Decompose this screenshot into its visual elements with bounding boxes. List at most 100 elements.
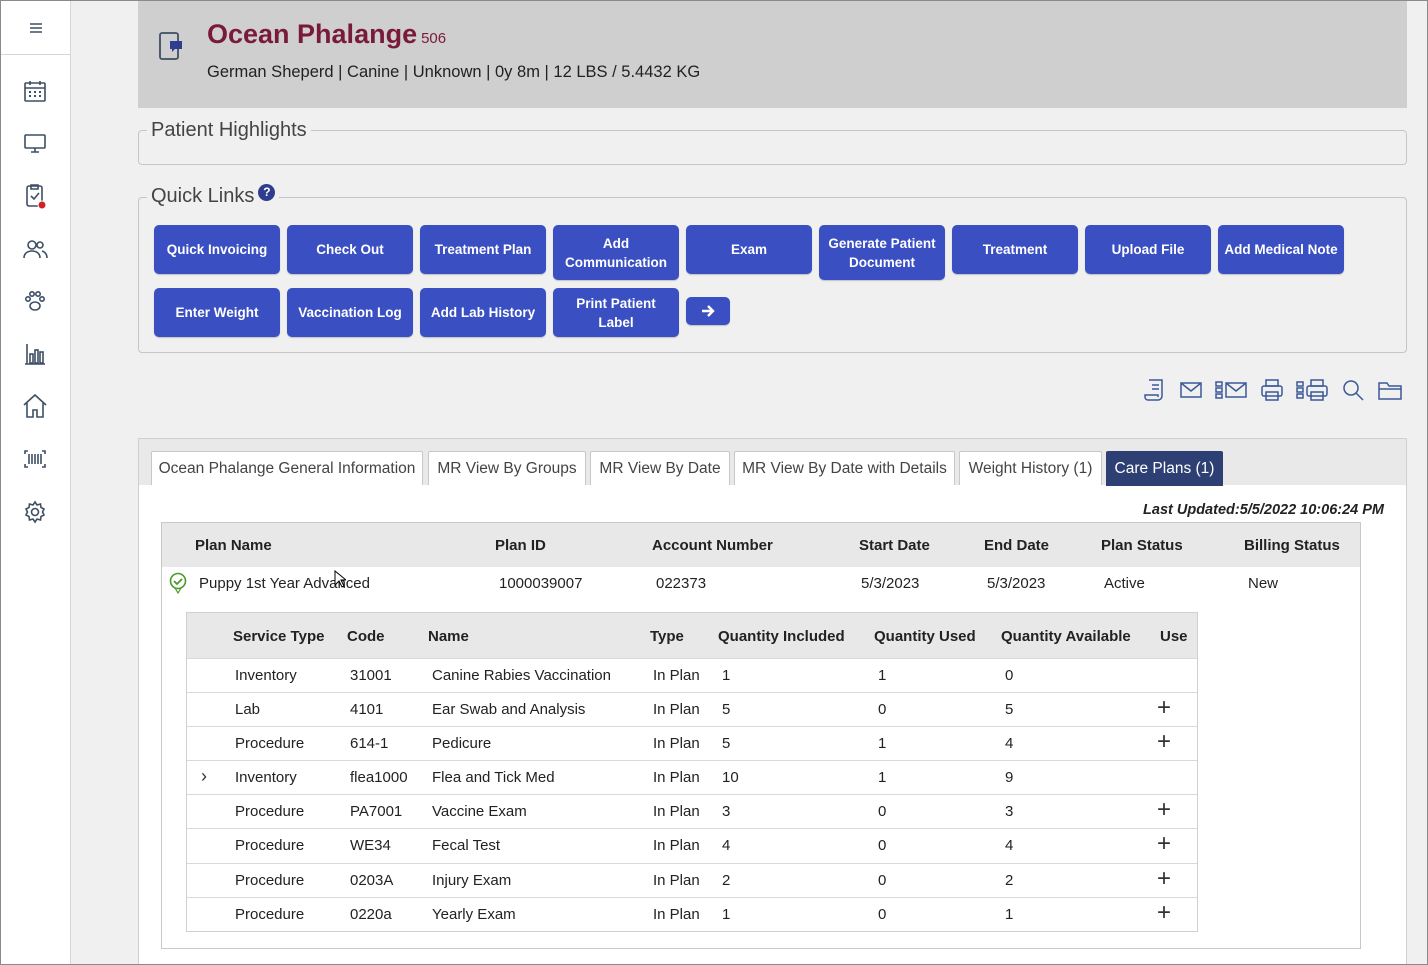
tab-mr-view-by-date[interactable]: MR View By Date (590, 451, 730, 485)
exam-button[interactable]: Exam (686, 225, 812, 274)
reports-icon[interactable] (13, 334, 57, 374)
type-cell: In Plan (653, 906, 700, 923)
receipt-icon[interactable] (1142, 377, 1168, 403)
add-communication-button[interactable]: Add Communication (553, 225, 679, 280)
quantity-available-cell: 9 (1005, 769, 1014, 786)
col-name: Name (428, 628, 469, 645)
barcode-icon[interactable] (13, 439, 57, 479)
add-medical-note-button[interactable]: Add Medical Note (1218, 225, 1344, 274)
service-row: Procedure 0203A Injury Exam In Plan 2 0 … (187, 863, 1197, 897)
use-plus-icon[interactable]: + (1157, 730, 1171, 754)
quick-invoicing-button[interactable]: Quick Invoicing (154, 225, 280, 274)
name-cell: Fecal Test (432, 837, 501, 854)
paw-icon[interactable] (13, 281, 57, 321)
hamburger-menu-icon[interactable] (1, 1, 70, 55)
treatment-button[interactable]: Treatment (952, 225, 1078, 274)
tab-general-information[interactable]: Ocean Phalange General Information (151, 451, 423, 485)
col-account-number: Account Number (652, 537, 773, 554)
record-tabs-panel: Ocean Phalange General Information MR Vi… (138, 438, 1407, 965)
patient-id: 506 (421, 30, 447, 47)
service-row: Lab 4101 Ear Swab and Analysis In Plan 5… (187, 692, 1197, 726)
name-cell: Pedicure (432, 735, 492, 752)
col-code: Code (347, 628, 385, 645)
code-cell: 0203A (350, 872, 394, 889)
service-row: › Inventory flea1000 Flea and Tick Med I… (187, 760, 1197, 794)
expand-chevron-icon[interactable]: › (201, 766, 207, 787)
quantity-included-cell: 1 (722, 906, 731, 923)
code-cell: 4101 (350, 701, 384, 718)
quantity-available-cell: 1 (1005, 906, 1014, 923)
use-plus-icon[interactable]: + (1157, 798, 1171, 822)
calendar-icon[interactable] (13, 71, 57, 111)
next-arrow-button[interactable] (686, 297, 730, 325)
col-quantity-used: Quantity Used (874, 628, 976, 645)
service-row: Procedure WE34 Fecal Test In Plan 4 0 4 … (187, 828, 1197, 862)
code-cell: PA7001 (350, 803, 403, 820)
patient-header: Ocean Phalange 506 German Sheperd | Canin… (138, 1, 1407, 108)
use-plus-icon[interactable]: + (1157, 867, 1171, 891)
type-cell: In Plan (653, 769, 700, 786)
quantity-available-cell: 3 (1005, 803, 1014, 820)
search-icon[interactable] (1341, 377, 1365, 403)
use-plus-icon[interactable]: + (1157, 832, 1171, 856)
service-row: Inventory 31001 Canine Rabies Vaccinatio… (187, 658, 1197, 692)
service-type-cell: Procedure (235, 906, 305, 923)
patient-chat-icon[interactable] (158, 31, 186, 66)
quantity-available-cell: 5 (1005, 701, 1014, 718)
clipboard-alert-icon[interactable] (13, 176, 57, 216)
service-type-cell: Procedure (235, 735, 305, 752)
print-icon[interactable] (1260, 377, 1284, 403)
settings-gear-icon[interactable] (13, 492, 57, 532)
check-out-button[interactable]: Check Out (287, 225, 413, 274)
name-cell: Flea and Tick Med (432, 769, 555, 786)
plan-id-cell: 1000039007 (499, 575, 583, 592)
bulk-print-icon[interactable] (1294, 377, 1330, 403)
code-cell: WE34 (350, 837, 391, 854)
quantity-available-cell: 2 (1005, 872, 1014, 889)
quantity-included-cell: 5 (722, 735, 731, 752)
tab-mr-view-by-date-details[interactable]: MR View By Date with Details (734, 451, 955, 485)
col-plan-status: Plan Status (1101, 537, 1183, 554)
col-use: Use (1160, 628, 1188, 645)
code-cell: 0220a (350, 906, 392, 923)
treatment-plan-button[interactable]: Treatment Plan (420, 225, 546, 274)
type-cell: In Plan (653, 735, 700, 752)
use-plus-icon[interactable]: + (1157, 696, 1171, 720)
bulk-email-icon[interactable] (1213, 377, 1249, 403)
quantity-available-cell: 4 (1005, 735, 1014, 752)
help-icon[interactable]: ? (258, 184, 276, 201)
type-cell: In Plan (653, 667, 700, 684)
quantity-used-cell: 1 (878, 667, 887, 684)
tab-care-plans[interactable]: Care Plans (1) (1106, 451, 1223, 486)
type-cell: In Plan (653, 803, 700, 820)
enter-weight-button[interactable]: Enter Weight (154, 288, 280, 337)
quantity-included-cell: 1 (722, 667, 731, 684)
start-date-cell: 5/3/2023 (861, 575, 920, 592)
quantity-included-cell: 3 (722, 803, 731, 820)
email-icon[interactable] (1178, 377, 1204, 403)
type-cell: In Plan (653, 872, 700, 889)
tab-mr-view-by-groups[interactable]: MR View By Groups (428, 451, 586, 485)
vaccination-log-button[interactable]: Vaccination Log (287, 288, 413, 337)
col-service-type: Service Type (233, 628, 325, 645)
quantity-available-cell: 4 (1005, 837, 1014, 854)
col-billing-status: Billing Status (1244, 537, 1340, 554)
monitor-icon[interactable] (13, 123, 57, 163)
print-patient-label-button[interactable]: Print Patient Label (553, 288, 679, 337)
generate-patient-document-button[interactable]: Generate Patient Document (819, 225, 945, 280)
quantity-used-cell: 1 (878, 735, 887, 752)
home-icon[interactable] (13, 386, 57, 426)
service-row: Procedure PA7001 Vaccine Exam In Plan 3 … (187, 794, 1197, 828)
add-lab-history-button[interactable]: Add Lab History (420, 288, 546, 337)
arrow-right-icon (702, 305, 715, 317)
quantity-included-cell: 4 (722, 837, 731, 854)
col-type: Type (650, 628, 684, 645)
service-table: Service Type Code Name Type Quantity Inc… (186, 612, 1198, 932)
service-type-cell: Procedure (235, 803, 305, 820)
folder-icon[interactable] (1377, 377, 1403, 403)
tab-weight-history[interactable]: Weight History (1) (959, 451, 1102, 485)
upload-file-button[interactable]: Upload File (1085, 225, 1211, 274)
use-plus-icon[interactable]: + (1157, 901, 1171, 925)
clients-icon[interactable] (13, 229, 57, 269)
quantity-used-cell: 0 (878, 837, 887, 854)
